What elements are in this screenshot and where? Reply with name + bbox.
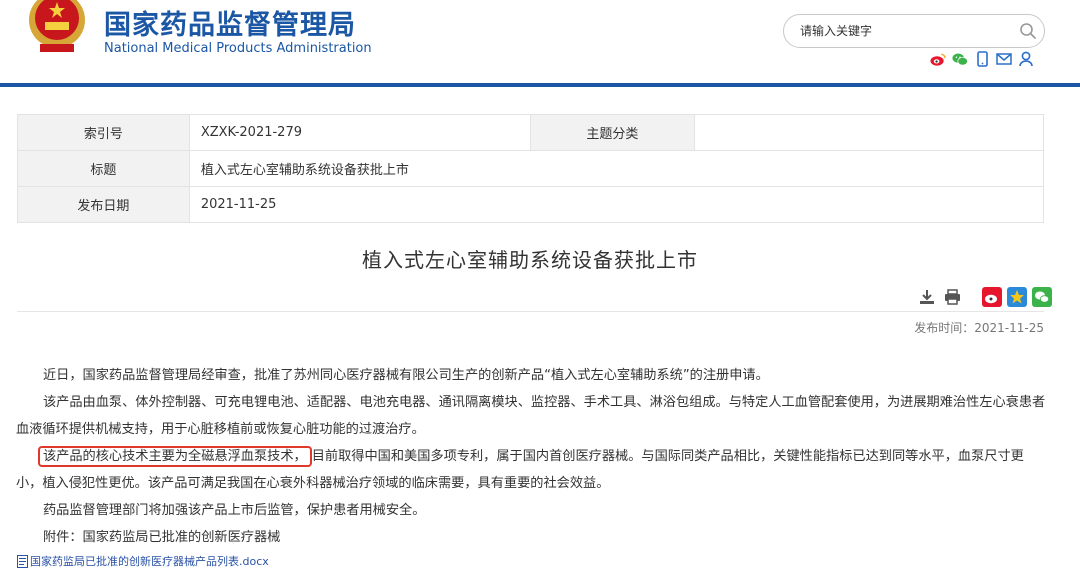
- category-value: [694, 114, 1044, 151]
- date-label: 发布日期: [17, 186, 190, 223]
- date-value: 2021-11-25: [188, 186, 1045, 223]
- national-emblem-icon: [29, 0, 85, 52]
- paragraph-4: 药品监督管理部门将加强该产品上市后监管，保护患者用械安全。: [43, 503, 426, 518]
- weibo-icon[interactable]: [930, 51, 946, 67]
- header-divider: [0, 83, 1080, 87]
- highlighted-text: 该产品的核心技术主要为全磁悬浮血泵技术，: [38, 446, 312, 467]
- mail-icon[interactable]: [996, 51, 1012, 67]
- table-row: 发布日期 2021-11-25: [17, 186, 1045, 223]
- paragraph-5: 附件：国家药监局已批准的创新医疗器械: [43, 530, 281, 545]
- download-icon[interactable]: [917, 287, 937, 307]
- print-icon[interactable]: [942, 287, 962, 307]
- share-wechat-icon[interactable]: [1032, 287, 1052, 307]
- attachment-link[interactable]: 国家药监局已批准的创新医疗器械产品列表.docx: [17, 553, 269, 569]
- mobile-icon[interactable]: [974, 51, 990, 67]
- paragraph-2: 该产品由血泵、体外控制器、可充电锂电池、适配器、电池充电器、通讯隔离模块、监控器…: [16, 395, 1046, 437]
- table-row: 索引号 XZXK-2021-279 主题分类: [17, 114, 1044, 151]
- word-doc-icon: [17, 554, 28, 568]
- paragraph-1: 近日，国家药品监督管理局经审查，批准了苏州同心医疗器械有限公司生产的创新产品“植…: [43, 368, 769, 383]
- article-tools: [917, 287, 1052, 307]
- share-weibo-icon[interactable]: [982, 287, 1002, 307]
- table-row: 标题 植入式左心室辅助系统设备获批上市: [17, 150, 1045, 187]
- article-divider: [17, 311, 1044, 312]
- article-title: 植入式左心室辅助系统设备获批上市: [362, 248, 698, 272]
- attachment-filename[interactable]: 国家药监局已批准的创新医疗器械产品列表.docx: [30, 553, 269, 569]
- user-icon[interactable]: [1018, 51, 1034, 67]
- site-header: 国家药品监督管理局 National Medical Products Admi…: [0, 0, 1080, 84]
- search-box: [783, 14, 1045, 48]
- title-label: 标题: [17, 150, 190, 187]
- wechat-icon[interactable]: [952, 51, 968, 67]
- search-input[interactable]: [800, 15, 1000, 47]
- category-label: 主题分类: [529, 114, 696, 151]
- article-body: 近日，国家药品监督管理局经审查，批准了苏州同心医疗器械有限公司生产的创新产品“植…: [16, 362, 1050, 551]
- site-title-en[interactable]: National Medical Products Administration: [104, 41, 372, 56]
- search-icon: [1020, 23, 1036, 39]
- social-links: [930, 51, 1034, 67]
- site-title-cn[interactable]: 国家药品监督管理局: [104, 3, 356, 42]
- search-button[interactable]: [1014, 17, 1042, 45]
- index-value: XZXK-2021-279: [188, 114, 531, 151]
- share-qzone-icon[interactable]: [1007, 287, 1027, 307]
- publish-time: 发布时间：2021-11-25: [914, 321, 1044, 335]
- paragraph-3: 该产品的核心技术主要为全磁悬浮血泵技术， 目前取得中国和美国多项专利，属于国内首创…: [16, 443, 1050, 497]
- document-info-table: 索引号 XZXK-2021-279 主题分类 标题 植入式左心室辅助系统设备获批…: [17, 114, 1045, 223]
- title-value: 植入式左心室辅助系统设备获批上市: [188, 150, 1045, 187]
- index-label: 索引号: [17, 114, 190, 151]
